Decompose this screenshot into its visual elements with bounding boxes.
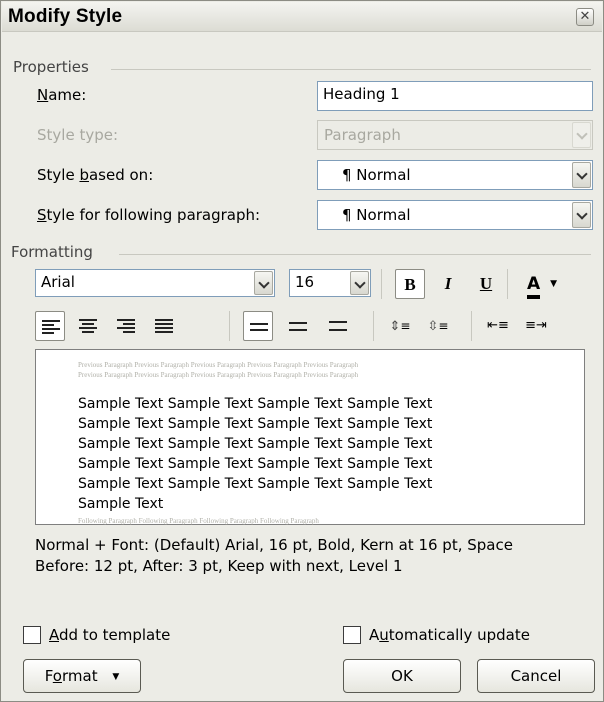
sample-text: Sample Text Sample Text Sample Text Samp… [78, 394, 432, 514]
font-color-icon: A [526, 273, 541, 299]
previous-paragraph-line: Previous Paragraph Previous Paragraph Pr… [78, 361, 359, 369]
justify-icon[interactable] [149, 311, 179, 341]
chevron-down-icon: ▼ [550, 279, 557, 289]
toolbar-separator [381, 269, 382, 299]
following-value: ¶ Normal [342, 206, 411, 224]
name-field[interactable]: Heading 1 [317, 81, 593, 111]
title-bar[interactable]: Modify Style ✕ [2, 2, 602, 32]
style-type-label: Style type: [37, 126, 119, 144]
underline-button[interactable]: U [471, 269, 501, 299]
formatting-group-label: Formatting [11, 243, 93, 261]
align-right-icon[interactable] [111, 311, 141, 341]
previous-paragraph-line: Previous Paragraph Previous Paragraph Pr… [78, 371, 359, 379]
sample-line: Sample Text Sample Text Sample Text Samp… [78, 476, 433, 492]
based-on-value: ¶ Normal [342, 166, 411, 184]
style-preview: Previous Paragraph Previous Paragraph Pr… [35, 349, 585, 525]
align-center-icon[interactable] [73, 311, 103, 341]
toolbar-separator [471, 311, 472, 341]
close-icon[interactable]: ✕ [576, 8, 594, 26]
name-label: Name: [37, 86, 87, 104]
description-line: Before: 12 pt, After: 3 pt, Keep with ne… [35, 557, 403, 575]
font-size-select[interactable]: 16 [289, 269, 371, 297]
chevron-down-icon[interactable] [254, 271, 273, 295]
style-description: Normal + Font: (Default) Arial, 16 pt, B… [35, 535, 595, 577]
font-size-value: 16 [295, 273, 315, 291]
toolbar-separator [507, 269, 508, 299]
style-type-value: Paragraph [324, 126, 401, 144]
automatically-update-label[interactable]: Automatically update [369, 626, 530, 644]
chevron-down-icon[interactable] [572, 122, 591, 148]
space-before-increase-icon[interactable]: ⇕≡ [385, 311, 415, 341]
following-select[interactable]: ¶ Normal [317, 200, 593, 230]
automatically-update-checkbox[interactable] [343, 626, 361, 644]
font-name-select[interactable]: Arial [35, 269, 275, 297]
sample-line: Sample Text Sample Text Sample Text Samp… [78, 396, 433, 412]
double-spacing-icon[interactable] [323, 311, 353, 341]
ok-button[interactable]: OK [343, 659, 461, 693]
single-spacing-icon[interactable] [243, 311, 273, 341]
based-on-select[interactable]: ¶ Normal [317, 160, 593, 190]
chevron-down-icon[interactable] [572, 202, 591, 228]
add-to-template-label[interactable]: Add to template [49, 626, 170, 644]
space-before-decrease-icon[interactable]: ⇳≡ [423, 311, 453, 341]
based-on-label: Style based on: [37, 166, 154, 184]
align-left-icon[interactable] [35, 311, 65, 341]
toolbar-separator [229, 311, 230, 341]
decrease-indent-icon[interactable]: ⇤≡ [483, 311, 513, 341]
properties-divider [111, 69, 591, 70]
sample-line: Sample Text Sample Text Sample Text Samp… [78, 416, 433, 432]
font-color-button[interactable]: A ▼ [517, 269, 567, 299]
format-button[interactable]: Format ▼ [23, 659, 141, 693]
sample-line: Sample Text [78, 496, 164, 512]
chevron-down-icon[interactable] [572, 162, 591, 188]
formatting-divider [119, 254, 591, 255]
toolbar-separator [373, 311, 374, 341]
add-to-template-checkbox[interactable] [23, 626, 41, 644]
properties-group-label: Properties [13, 58, 89, 76]
font-name-value: Arial [41, 273, 75, 291]
format-button-label: Format [44, 667, 98, 685]
sample-line: Sample Text Sample Text Sample Text Samp… [78, 456, 433, 472]
one-half-spacing-icon[interactable] [283, 311, 313, 341]
description-line: Normal + Font: (Default) Arial, 16 pt, B… [35, 536, 513, 554]
chevron-down-icon[interactable] [350, 271, 369, 295]
dialog-title: Modify Style [8, 6, 123, 27]
following-paragraph-line: Following Paragraph Following Paragraph … [78, 517, 319, 525]
italic-button[interactable]: I [433, 269, 463, 299]
cancel-button[interactable]: Cancel [477, 659, 595, 693]
chevron-down-icon: ▼ [112, 671, 120, 682]
modify-style-dialog: Modify Style ✕ Properties Name: Heading … [0, 0, 604, 702]
bold-button[interactable]: B [395, 269, 425, 299]
style-type-select[interactable]: Paragraph [317, 120, 593, 150]
increase-indent-icon[interactable]: ≡⇥ [521, 311, 551, 341]
sample-line: Sample Text Sample Text Sample Text Samp… [78, 436, 433, 452]
following-label: Style for following paragraph: [37, 206, 261, 224]
